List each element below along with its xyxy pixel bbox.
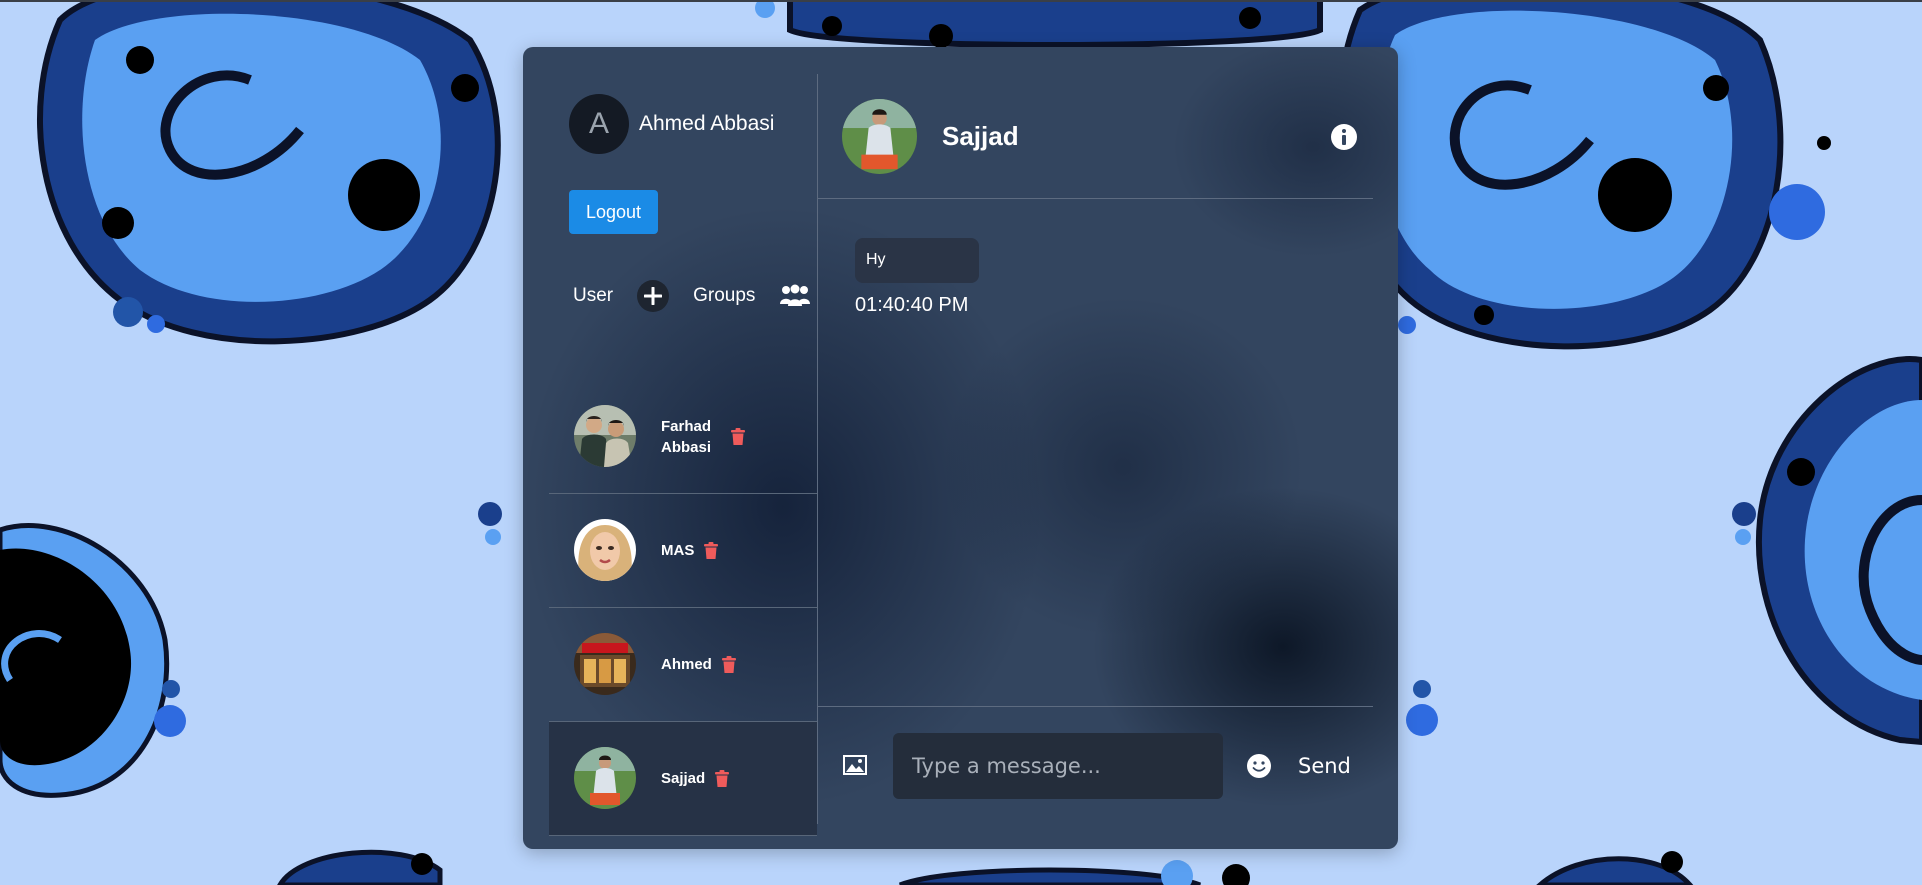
delete-contact-button[interactable] (721, 656, 736, 673)
attach-image-button[interactable] (843, 755, 867, 780)
groups-icon (780, 284, 811, 306)
add-user-button[interactable] (637, 280, 670, 312)
current-user-name: Ahmed Abbasi (639, 112, 775, 135)
contact-info: Ahmed (661, 608, 736, 721)
message-input[interactable] (893, 733, 1223, 799)
contact-info: Farhad Abbasi (661, 380, 745, 493)
emoji-button[interactable] (1246, 753, 1272, 784)
current-user-profile: A Ahmed Abbasi (569, 94, 774, 154)
contact-avatar (574, 633, 636, 695)
groups-button[interactable] (779, 284, 811, 308)
contact-name: Sajjad (661, 770, 706, 787)
chat-app-window: A Ahmed Abbasi Logout User Groups Farhad… (523, 47, 1398, 849)
contact-avatar (574, 519, 636, 581)
message-list: Hy 01:40:40 PM (818, 199, 1373, 705)
contact-name: MAS (661, 542, 695, 559)
chat-contact-name: Sajjad (942, 121, 1019, 151)
trash-icon (704, 542, 719, 559)
message-bubble: Hy (855, 238, 979, 283)
user-avatar: A (569, 94, 629, 154)
delete-contact-button[interactable] (715, 770, 730, 787)
delete-contact-button[interactable] (731, 428, 745, 445)
contact-info: MAS (661, 494, 719, 607)
tab-user[interactable]: User (573, 285, 613, 307)
message-composer: Send (818, 706, 1373, 825)
contact-list: Farhad Abbasi MAS Ahmed Sajjad (549, 380, 817, 836)
chat-panel: Sajjad Hy 01:40:40 PM Type a message... … (818, 74, 1373, 824)
contact-avatar (574, 747, 636, 809)
chat-contact-avatar (842, 99, 917, 174)
sidebar: A Ahmed Abbasi Logout User Groups Farhad… (549, 74, 818, 836)
contact-item[interactable]: MAS (549, 494, 817, 608)
trash-icon (731, 428, 745, 445)
contact-name: Farhad Abbasi (661, 417, 712, 456)
contact-name: Ahmed (661, 656, 712, 673)
emoji-icon (1247, 754, 1271, 778)
info-button[interactable] (1331, 124, 1357, 155)
contact-info: Sajjad (661, 722, 730, 835)
logout-button[interactable]: Logout (569, 190, 658, 234)
plus-icon (644, 287, 663, 305)
trash-icon (721, 656, 736, 673)
message-time: 01:40:40 PM (855, 294, 969, 316)
contact-item[interactable]: Farhad Abbasi (549, 380, 817, 494)
contact-avatar (574, 405, 636, 467)
chat-header: Sajjad (818, 74, 1373, 199)
contact-item-active[interactable]: Sajjad (549, 722, 817, 836)
sidebar-tabs: User Groups (573, 276, 811, 316)
trash-icon (715, 770, 730, 787)
send-button[interactable]: Send (1286, 743, 1363, 789)
top-edge (0, 0, 1922, 2)
tab-groups[interactable]: Groups (693, 285, 755, 307)
info-icon (1331, 124, 1357, 150)
delete-contact-button[interactable] (704, 542, 719, 559)
image-icon (843, 755, 867, 775)
contact-item[interactable]: Ahmed (549, 608, 817, 722)
